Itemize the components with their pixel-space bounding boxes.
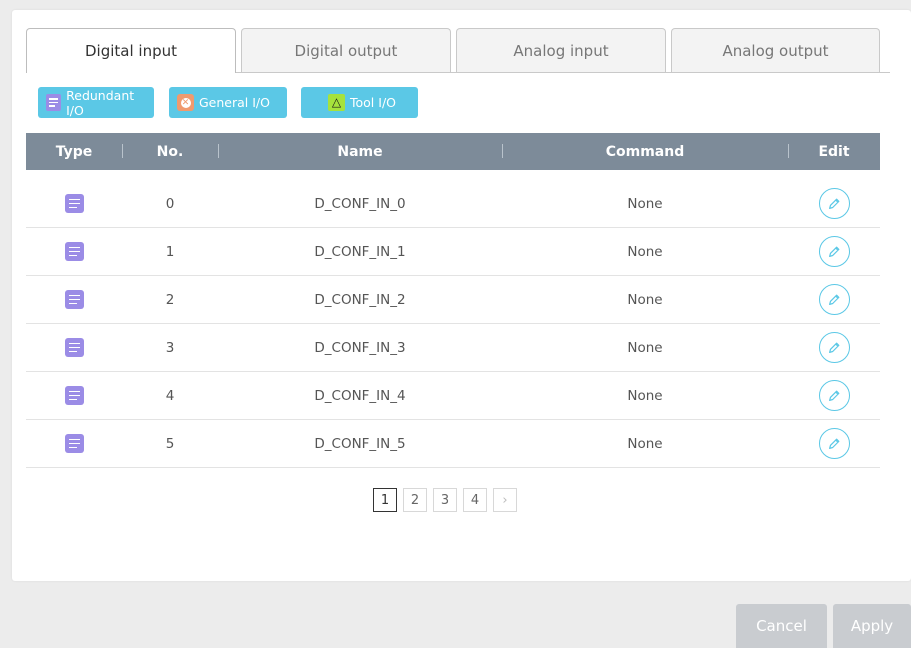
name-cell: D_CONF_IN_5 [314,435,406,452]
tab-analog-output[interactable]: Analog output [671,28,880,72]
command-cell: None [627,195,663,212]
command-cell: None [627,435,663,452]
table-header: Type No. Name Command Edit [26,133,880,170]
type-cell [26,228,122,275]
no-cell: 3 [165,339,175,356]
name-cell: D_CONF_IN_3 [314,339,406,356]
pencil-icon [829,390,840,401]
tool-io-filter[interactable]: △ Tool I/O [301,87,418,118]
pencil-icon [829,198,840,209]
general-io-filter[interactable]: ✕ General I/O [169,87,287,118]
next-page-button[interactable]: › [493,488,517,512]
no-cell: 0 [165,195,175,212]
name-cell: D_CONF_IN_2 [314,291,406,308]
header-type: Type [55,143,93,160]
tab-analog-input[interactable]: Analog input [456,28,666,72]
general-io-icon: ✕ [177,94,194,111]
pagination: 1 2 3 4 › [373,488,517,512]
no-cell: 4 [165,387,175,404]
no-cell: 1 [165,243,175,260]
edit-button[interactable] [818,428,850,459]
table-row: 3 D_CONF_IN_3 None [26,324,880,372]
redundant-io-icon [64,194,84,213]
edit-button[interactable] [818,380,850,411]
edit-cell [788,276,880,323]
io-tabs: Digital input Digital output Analog inpu… [26,28,880,73]
tool-io-label: Tool I/O [350,95,396,110]
table-row: 5 D_CONF_IN_5 None [26,420,880,468]
edit-button[interactable] [818,188,850,219]
redundant-io-label: Redundant I/O [66,87,135,118]
redundant-io-icon [46,94,62,111]
pencil-icon [829,294,840,305]
edit-button[interactable] [818,236,850,267]
tab-digital-output[interactable]: Digital output [241,28,451,72]
no-cell: 5 [165,435,175,452]
redundant-io-icon [64,338,84,357]
edit-button[interactable] [818,332,850,363]
table-row: 4 D_CONF_IN_4 None [26,372,880,420]
type-cell [26,180,122,227]
header-edit: Edit [818,143,850,160]
no-cell: 2 [165,291,175,308]
apply-button[interactable]: Apply [833,604,911,648]
cancel-button[interactable]: Cancel [736,604,827,648]
command-cell: None [627,339,663,356]
general-io-label: General I/O [199,95,270,110]
tab-digital-input[interactable]: Digital input [26,28,236,73]
name-cell: D_CONF_IN_0 [314,195,406,212]
header-no: No. [156,143,184,160]
name-cell: D_CONF_IN_1 [314,243,406,260]
redundant-io-icon [64,386,84,405]
redundant-io-icon [64,434,84,453]
command-cell: None [627,243,663,260]
edit-cell [788,180,880,227]
table-row: 1 D_CONF_IN_1 None [26,228,880,276]
page-2-button[interactable]: 2 [403,488,427,512]
edit-cell [788,228,880,275]
redundant-io-icon [64,290,84,309]
type-cell [26,420,122,467]
page-1-button[interactable]: 1 [373,488,397,512]
edit-cell [788,324,880,371]
edit-cell [788,372,880,419]
redundant-io-filter[interactable]: Redundant I/O [38,87,154,118]
type-cell [26,372,122,419]
header-command: Command [605,143,685,160]
table-row: 2 D_CONF_IN_2 None [26,276,880,324]
name-cell: D_CONF_IN_4 [314,387,406,404]
tabs-divider [236,72,890,73]
command-cell: None [627,291,663,308]
type-cell [26,276,122,323]
command-cell: None [627,387,663,404]
edit-button[interactable] [818,284,850,315]
pencil-icon [829,246,840,257]
edit-cell [788,420,880,467]
table-row: 0 D_CONF_IN_0 None [26,180,880,228]
page-3-button[interactable]: 3 [433,488,457,512]
redundant-io-icon [64,242,84,261]
page-4-button[interactable]: 4 [463,488,487,512]
pencil-icon [829,438,840,449]
type-cell [26,324,122,371]
tool-io-icon: △ [328,94,345,111]
header-name: Name [337,143,383,160]
pencil-icon [829,342,840,353]
